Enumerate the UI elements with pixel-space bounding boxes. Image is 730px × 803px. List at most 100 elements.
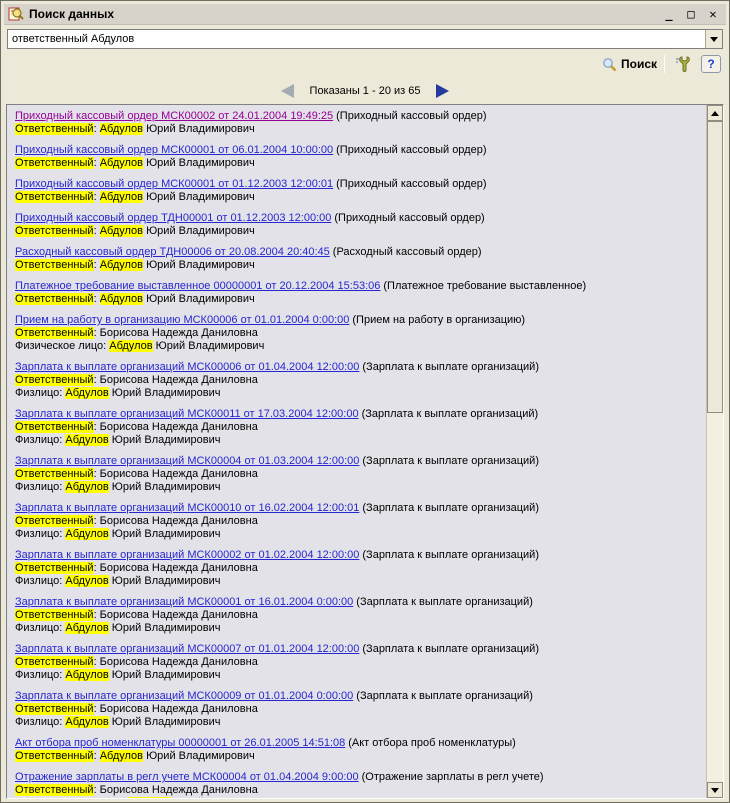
result-line: Физлицо: Абдулов Юрий Владимирович (15, 434, 702, 447)
maximize-button[interactable]: □ (682, 6, 700, 22)
result-link[interactable]: Приходный кассовый ордер МСК00002 от 24.… (15, 110, 333, 122)
result-line: Ответственный: Борисова Надежда Даниловн… (15, 784, 702, 797)
close-button[interactable]: ✕ (704, 6, 722, 22)
result-type: (Зарплата к выплате организаций) (362, 361, 539, 373)
result-item: Расходный кассовый ордер ТДН00006 от 20.… (15, 246, 702, 272)
title-bar: Поиск данных _ □ ✕ (4, 4, 726, 25)
result-item: Отражение зарплаты в регл учете МСК00004… (15, 771, 702, 798)
search-button[interactable]: Поиск (602, 57, 657, 72)
result-line: Ответственный: Борисова Надежда Даниловн… (15, 609, 702, 622)
line-text: Юрий Владимирович (143, 123, 255, 135)
help-button[interactable]: ? (701, 55, 721, 73)
result-link[interactable]: Расходный кассовый ордер ТДН00006 от 20.… (15, 246, 330, 258)
result-link[interactable]: Приходный кассовый ордер МСК00001 от 01.… (15, 178, 333, 190)
result-link[interactable]: Платежное требование выставленное 000000… (15, 280, 380, 292)
line-text: Физлицо: (15, 575, 65, 587)
search-input[interactable] (8, 30, 705, 48)
result-line: Физлицо: Абдулов Юрий Владимирович (15, 481, 702, 494)
minimize-button[interactable]: _ (660, 6, 678, 22)
result-line: Ответственный: Абдулов Юрий Владимирович (15, 123, 702, 136)
result-link[interactable]: Зарплата к выплате организаций МСК00002 … (15, 549, 359, 561)
results-list: Приходный кассовый ордер МСК00002 от 24.… (7, 105, 706, 798)
vertical-scrollbar[interactable] (706, 105, 723, 798)
result-type: (Зарплата к выплате организаций) (362, 455, 539, 467)
line-text: : Борисова Надежда Даниловна (94, 468, 258, 480)
line-text: : Борисова Надежда Даниловна (94, 562, 258, 574)
result-link[interactable]: Акт отбора проб номенклатуры 00000001 от… (15, 737, 345, 749)
result-head: Зарплата к выплате организаций МСК00011 … (15, 408, 702, 421)
result-head: Приходный кассовый ордер МСК00001 от 06.… (15, 144, 702, 157)
result-link[interactable]: Зарплата к выплате организаций МСК00010 … (15, 502, 359, 514)
help-button-label: ? (707, 57, 714, 71)
result-type: (Приходный кассовый ордер) (336, 110, 486, 122)
highlight-term: Ответственный (15, 656, 94, 668)
highlight-term: Ответственный (15, 609, 94, 621)
result-head: Акт отбора проб номенклатуры 00000001 от… (15, 737, 702, 750)
highlight-term: Ответственный (15, 191, 94, 203)
result-line: Ответственный: Борисова Надежда Даниловн… (15, 515, 702, 528)
highlight-term: Ответственный (15, 157, 94, 169)
result-type: (Зарплата к выплате организаций) (362, 643, 539, 655)
next-page-icon[interactable] (436, 84, 449, 98)
result-head: Отражение зарплаты в регл учете МСК00004… (15, 771, 702, 784)
result-link[interactable]: Приходный кассовый ордер МСК00001 от 06.… (15, 144, 333, 156)
line-text: Физлицо: (15, 387, 65, 399)
result-type: (Расходный кассовый ордер) (333, 246, 482, 258)
prev-page-icon[interactable] (281, 84, 294, 98)
result-lines: Ответственный: Борисова Надежда Даниловн… (15, 374, 702, 400)
result-link[interactable]: Зарплата к выплате организаций МСК00001 … (15, 596, 353, 608)
result-link[interactable]: Зарплата к выплате организаций МСК00007 … (15, 643, 359, 655)
line-text: Юрий Владимирович (109, 622, 221, 634)
dropdown-button[interactable] (705, 30, 722, 48)
highlight-term: Ответственный (15, 374, 94, 386)
highlight-term: Абдулов (100, 191, 143, 203)
result-head: Приходный кассовый ордер ТДН00001 от 01.… (15, 212, 702, 225)
result-line: Ответственный: Абдулов Юрий Владимирович (15, 293, 702, 306)
line-text: : (94, 293, 100, 305)
highlight-term: Абдулов (65, 669, 108, 681)
result-lines: Ответственный: Борисова Надежда Даниловн… (15, 515, 702, 541)
result-link[interactable]: Зарплата к выплате организаций МСК00011 … (15, 408, 359, 420)
search-combobox (7, 29, 723, 49)
highlight-term: Абдулов (100, 259, 143, 271)
line-text: Физлицо: (15, 669, 65, 681)
result-link[interactable]: Приходный кассовый ордер ТДН00001 от 01.… (15, 212, 331, 224)
result-line: Физлицо: Абдулов Юрий Владимирович (15, 622, 702, 635)
line-text: Юрий Владимирович (109, 669, 221, 681)
scroll-down-button[interactable] (707, 782, 723, 798)
result-type: (Зарплата к выплате организаций) (362, 549, 539, 561)
result-item: Приходный кассовый ордер МСК00001 от 06.… (15, 144, 702, 170)
scroll-up-button[interactable] (707, 105, 723, 121)
highlight-term: Ответственный (15, 703, 94, 715)
settings-button[interactable] (672, 54, 694, 74)
result-line: Ответственный: Борисова Надежда Даниловн… (15, 374, 702, 387)
highlight-term: Ответственный (15, 225, 94, 237)
result-link[interactable]: Зарплата к выплате организаций МСК00009 … (15, 690, 353, 702)
line-text: Юрий Владимирович (143, 750, 255, 762)
result-lines: Ответственный: Абдулов Юрий Владимирович (15, 123, 702, 136)
result-link[interactable]: Прием на работу в организацию МСК00006 о… (15, 314, 349, 326)
result-head: Зарплата к выплате организаций МСК00009 … (15, 690, 702, 703)
result-lines: Ответственный: Абдулов Юрий Владимирович (15, 157, 702, 170)
result-line: Ответственный: Абдулов Юрий Владимирович (15, 259, 702, 272)
scrollbar-thumb[interactable] (707, 121, 723, 413)
line-text: Юрий Владимирович (109, 387, 221, 399)
chevron-down-icon (710, 37, 718, 42)
highlight-term: Абдулов (65, 528, 108, 540)
line-text: : (94, 191, 100, 203)
search-document-icon (8, 6, 24, 22)
result-link[interactable]: Зарплата к выплате организаций МСК00006 … (15, 361, 359, 373)
result-item: Приходный кассовый ордер МСК00002 от 24.… (15, 110, 702, 136)
highlight-term: Абдулов (65, 387, 108, 399)
line-text: Физическое лицо: (15, 340, 109, 352)
result-type: (Отражение зарплаты в регл учете) (362, 771, 544, 783)
highlight-term: Абдулов (65, 434, 108, 446)
result-item: Приходный кассовый ордер ТДН00001 от 01.… (15, 212, 702, 238)
line-text: : (94, 750, 100, 762)
highlight-term: Абдулов (65, 575, 108, 587)
result-link[interactable]: Зарплата к выплате организаций МСК00004 … (15, 455, 359, 467)
highlight-term: Абдулов (100, 293, 143, 305)
result-link[interactable]: Отражение зарплаты в регл учете МСК00004… (15, 771, 359, 783)
result-line: Физическое лицо: Абдулов Юрий Владимиров… (15, 340, 702, 353)
result-item: Прием на работу в организацию МСК00006 о… (15, 314, 702, 353)
